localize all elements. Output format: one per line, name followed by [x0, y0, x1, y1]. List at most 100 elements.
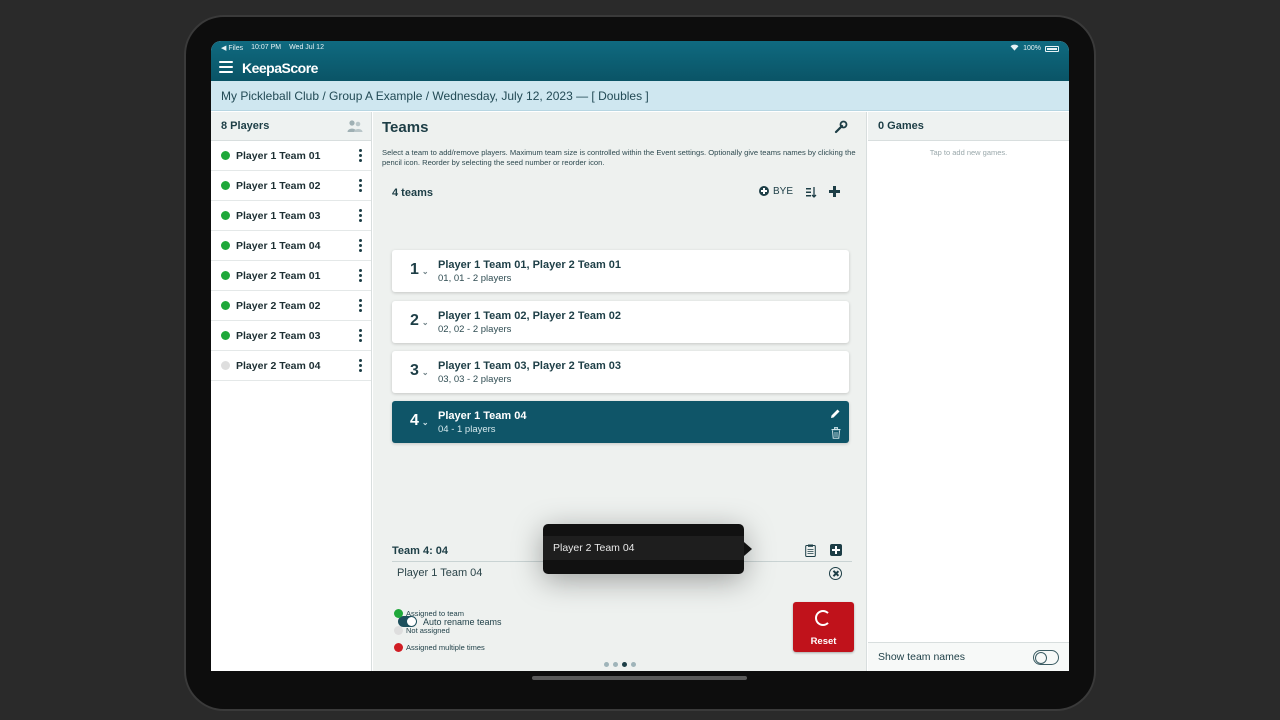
teams-title: Teams [382, 119, 429, 136]
status-dot [221, 211, 230, 220]
reset-icon [815, 610, 831, 626]
player-row[interactable]: Player 2 Team 01 [211, 261, 371, 291]
seed-selector[interactable]: 3 ⌄ [410, 362, 429, 380]
team-name: Player 1 Team 04 [438, 410, 527, 422]
player-row[interactable]: Player 2 Team 03 [211, 321, 371, 351]
wifi-icon [1010, 44, 1019, 53]
clipboard-icon[interactable] [805, 544, 816, 557]
page-indicator[interactable] [604, 662, 636, 667]
remove-member-icon[interactable] [829, 567, 842, 580]
team-member: Player 1 Team 04 [397, 567, 483, 579]
seed-selector[interactable]: 4 ⌄ [410, 412, 429, 430]
teams-count: 4 teams [392, 187, 433, 199]
app-header: ◀ Files 10:07 PM Wed Jul 12 100% KeepaSc… [211, 41, 1069, 81]
selected-team-title: Team 4: 04 [392, 545, 449, 557]
reset-label: Reset [810, 636, 837, 647]
players-count: 8 Players [221, 120, 270, 132]
team-card[interactable]: 2 ⌄ Player 1 Team 02, Player 2 Team 02 02… [392, 301, 849, 343]
seed-number: 3 [410, 362, 419, 379]
plus-circle-icon [758, 186, 769, 196]
reset-button[interactable]: Reset [793, 602, 854, 652]
more-options-icon[interactable] [357, 209, 363, 222]
players-header: 8 Players [211, 112, 371, 141]
games-footer: Show team names [868, 642, 1069, 671]
status-dot [221, 181, 230, 190]
popover-option[interactable]: Player 2 Team 04 [543, 536, 744, 560]
player-row[interactable]: Player 1 Team 04 [211, 231, 371, 261]
status-dot [221, 271, 230, 280]
battery-icon [1045, 45, 1059, 52]
legend-item: Assigned to team [394, 609, 464, 618]
team-name: Player 1 Team 01, Player 2 Team 01 [438, 259, 622, 271]
bye-label: BYE [772, 185, 793, 197]
trash-icon[interactable] [831, 426, 841, 439]
player-row[interactable]: Player 1 Team 01 [211, 141, 371, 171]
player-name: Player 2 Team 01 [236, 269, 321, 282]
team-name: Player 1 Team 03, Player 2 Team 03 [438, 360, 622, 372]
seed-number: 1 [410, 261, 419, 278]
status-dot [221, 331, 230, 340]
app-logo: KeepaScore [242, 60, 318, 76]
team-summary: 03, 03 - 2 players [438, 374, 512, 385]
pencil-icon[interactable] [830, 406, 841, 418]
status-time: 10:07 PM [251, 44, 282, 51]
people-icon[interactable] [347, 119, 363, 133]
breadcrumb-bar: My Pickleball Club / Group A Example / W… [211, 81, 1069, 111]
player-name: Player 1 Team 04 [236, 239, 321, 252]
player-name: Player 2 Team 02 [236, 299, 321, 312]
more-options-icon[interactable] [357, 149, 363, 162]
more-options-icon[interactable] [357, 359, 363, 372]
breadcrumb[interactable]: My Pickleball Club / Group A Example / W… [221, 89, 649, 103]
games-count: 0 Games [878, 120, 924, 132]
teams-panel: Teams Select a team to add/remove player… [373, 112, 867, 671]
status-dot [221, 361, 230, 370]
player-name: Player 1 Team 03 [236, 209, 321, 222]
team-card-selected[interactable]: 4 ⌄ Player 1 Team 04 04 - 1 players [392, 401, 849, 443]
status-date: Wed Jul 12 [289, 44, 324, 51]
show-team-names-toggle[interactable] [1033, 649, 1059, 665]
status-dot [221, 301, 230, 310]
status-right: 100% [1010, 44, 1059, 53]
add-player-icon[interactable] [830, 544, 842, 556]
status-dot [221, 241, 230, 250]
team-summary: 04 - 1 players [438, 424, 496, 435]
player-name: Player 2 Team 04 [236, 359, 321, 372]
legend-dot [394, 609, 403, 618]
legend-dot [394, 626, 403, 635]
reorder-icon[interactable] [805, 185, 817, 198]
player-row[interactable]: Player 1 Team 03 [211, 201, 371, 231]
player-row[interactable]: Player 2 Team 04 [211, 351, 371, 381]
legend-label: Not assigned [406, 626, 450, 635]
add-team-icon[interactable] [829, 185, 840, 197]
menu-icon[interactable] [219, 61, 233, 73]
seed-selector[interactable]: 2 ⌄ [410, 312, 429, 330]
team-summary: 02, 02 - 2 players [438, 324, 512, 335]
seed-selector[interactable]: 1 ⌄ [410, 261, 429, 279]
wrench-icon[interactable] [834, 120, 848, 134]
team-card[interactable]: 1 ⌄ Player 1 Team 01, Player 2 Team 01 01… [392, 250, 849, 292]
team-card[interactable]: 3 ⌄ Player 1 Team 03, Player 2 Team 03 03… [392, 351, 849, 393]
add-bye-button[interactable]: BYE [758, 185, 793, 197]
back-to-files-link[interactable]: ◀ Files [221, 44, 243, 52]
teams-description: Select a team to add/remove players. Max… [382, 148, 856, 167]
legend-label: Assigned multiple times [406, 643, 485, 652]
player-name: Player 1 Team 02 [236, 179, 321, 192]
player-name: Player 1 Team 01 [236, 149, 321, 162]
legend-item: Assigned multiple times [394, 643, 485, 652]
more-options-icon[interactable] [357, 239, 363, 252]
add-games-hint[interactable]: Tap to add new games. [868, 148, 1069, 157]
chevron-down-icon: ⌄ [421, 368, 429, 377]
team-name: Player 1 Team 02, Player 2 Team 02 [438, 310, 622, 322]
more-options-icon[interactable] [357, 269, 363, 282]
team-actions: BYE [758, 185, 840, 198]
player-row[interactable]: Player 2 Team 02 [211, 291, 371, 321]
legend-label: Assigned to team [406, 609, 464, 618]
player-row[interactable]: Player 1 Team 02 [211, 171, 371, 201]
more-options-icon[interactable] [357, 299, 363, 312]
players-panel: 8 Players Player 1 Team 01 Player 1 Team… [211, 112, 372, 671]
battery-percent: 100% [1023, 45, 1041, 52]
more-options-icon[interactable] [357, 179, 363, 192]
legend-dot [394, 643, 403, 652]
more-options-icon[interactable] [357, 329, 363, 342]
games-header: 0 Games [868, 112, 1069, 141]
